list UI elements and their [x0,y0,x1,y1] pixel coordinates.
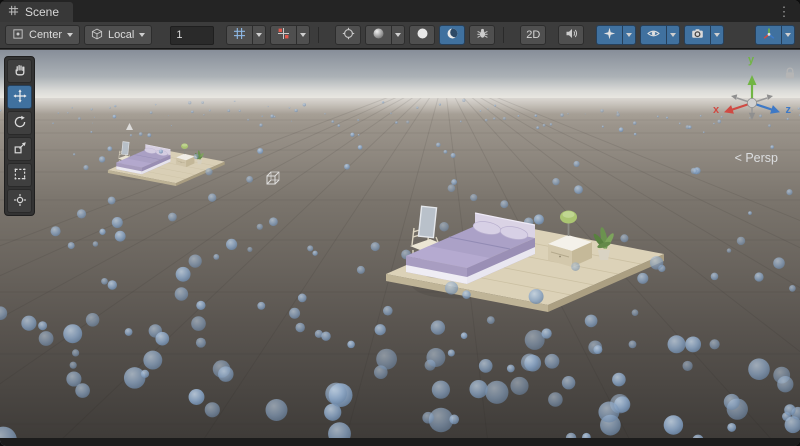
cube-icon [91,28,103,43]
unity-scene-window: Scene ⋮ Center Local [0,0,800,446]
scale-icon [13,141,27,158]
tab-menu-icon[interactable]: ⋮ [776,5,792,18]
chevron-down-icon [67,33,73,37]
white-sphere-icon [416,27,429,43]
snap-increment-button[interactable] [270,25,296,45]
axis-z-label[interactable]: z [786,104,792,116]
chevron-down-icon [670,33,676,37]
orientation-gizmo[interactable]: y x z [712,54,792,148]
audio-toggle-button[interactable] [558,25,584,45]
sparkle-icon [603,27,616,43]
eye-icon [647,27,660,43]
pivot-dropdown[interactable]: Center [5,25,80,45]
chevron-down-icon [785,33,791,37]
camera-icon [691,27,704,43]
effects-toggle-button[interactable] [596,25,622,45]
rotate-icon [13,115,27,132]
transform-tool-button[interactable] [7,189,32,213]
bug-icon [476,27,489,43]
rect-icon [13,167,27,184]
scene-tab[interactable]: Scene [0,2,73,22]
chevron-down-icon [714,33,720,37]
mode-2d-button[interactable]: 2D [520,25,546,45]
scene-camera-button[interactable] [684,25,710,45]
scene-toolbar: Center Local [0,22,800,49]
rect-tool-button[interactable] [7,163,32,187]
speaker-icon [565,27,578,43]
light-sphere-button[interactable] [409,25,435,45]
tool-strip [4,56,35,216]
effects-dropdown[interactable] [622,25,636,45]
projection-toggle[interactable]: < Persp [735,151,778,165]
chevron-down-icon [300,33,306,37]
chevron-down-icon [256,33,262,37]
axis-x-label[interactable]: x [713,104,719,116]
move-icon [13,89,27,106]
chevron-down-icon [395,33,401,37]
visibility-dropdown[interactable] [666,25,680,45]
grid-visibility-button[interactable] [226,25,252,45]
scene-viewport: y x z < Persp [0,50,800,446]
mode-2d-label: 2D [526,29,540,41]
moon-icon [446,27,459,43]
visibility-toggle-button[interactable] [640,25,666,45]
lock-icon[interactable] [784,67,796,85]
orientation-gizmo-axes[interactable] [712,67,792,139]
scene-tab-label: Scene [25,5,59,19]
scene-camera-dropdown[interactable] [710,25,724,45]
crosshair-circle-icon [342,27,355,43]
chevron-down-icon [626,33,632,37]
move-tool-button[interactable] [7,85,32,109]
shaded-sphere-icon [372,27,385,43]
toolbar-separator [318,27,319,43]
axis-y-label[interactable]: y [748,54,754,66]
grid-visibility-dropdown[interactable] [252,25,266,45]
moon-toggle-button[interactable] [439,25,465,45]
snap-increment-dropdown[interactable] [296,25,310,45]
toolbar-separator [503,27,504,43]
orientation-dropdown[interactable]: Local [84,25,152,45]
snap-grid-icon [277,27,290,43]
snap-value-input[interactable] [170,26,214,45]
scene-3d-canvas[interactable] [0,50,800,446]
scene-gizmo-button[interactable] [755,25,781,45]
pivot-icon [12,28,24,43]
axis-tripod-icon [762,27,776,44]
hand-tool-button[interactable] [7,59,32,83]
orientation-label: Local [108,29,134,41]
panel-grid-icon [8,5,19,19]
bug-toggle-button[interactable] [469,25,495,45]
hand-icon [13,63,27,80]
chevron-down-icon [139,33,145,37]
scene-gizmo-dropdown[interactable] [781,25,795,45]
window-footer [0,438,800,446]
rotate-tool-button[interactable] [7,111,32,135]
pivot-label: Center [29,29,62,41]
scale-tool-button[interactable] [7,137,32,161]
shading-mode-button[interactable] [365,25,391,45]
transform-icon [13,193,27,210]
shading-mode-dropdown[interactable] [391,25,405,45]
target-circle-button[interactable] [335,25,361,45]
grid-icon [233,27,246,43]
tab-bar: Scene ⋮ [0,0,800,22]
